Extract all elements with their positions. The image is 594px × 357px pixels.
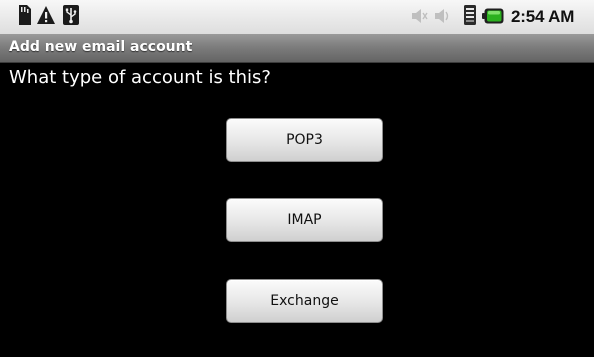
screen: 2:54 AM Add new email account What type … bbox=[0, 0, 594, 357]
status-bar: 2:54 AM bbox=[0, 0, 594, 34]
page-title: Add new email account bbox=[9, 39, 193, 55]
usb-icon bbox=[63, 5, 79, 25]
exchange-button[interactable]: Exchange bbox=[226, 279, 383, 323]
speaker-icon bbox=[435, 9, 449, 23]
speaker-muted-icon bbox=[412, 9, 428, 23]
pop3-button[interactable]: POP3 bbox=[226, 118, 383, 162]
battery-icon bbox=[482, 8, 504, 24]
imap-button[interactable]: IMAP bbox=[226, 198, 383, 242]
title-bar: Add new email account bbox=[0, 34, 594, 63]
account-type-prompt: What type of account is this? bbox=[9, 67, 271, 88]
warning-icon bbox=[37, 6, 55, 24]
sd-card-icon bbox=[19, 5, 31, 25]
signal-icon bbox=[464, 5, 476, 25]
clock: 2:54 AM bbox=[511, 7, 575, 26]
